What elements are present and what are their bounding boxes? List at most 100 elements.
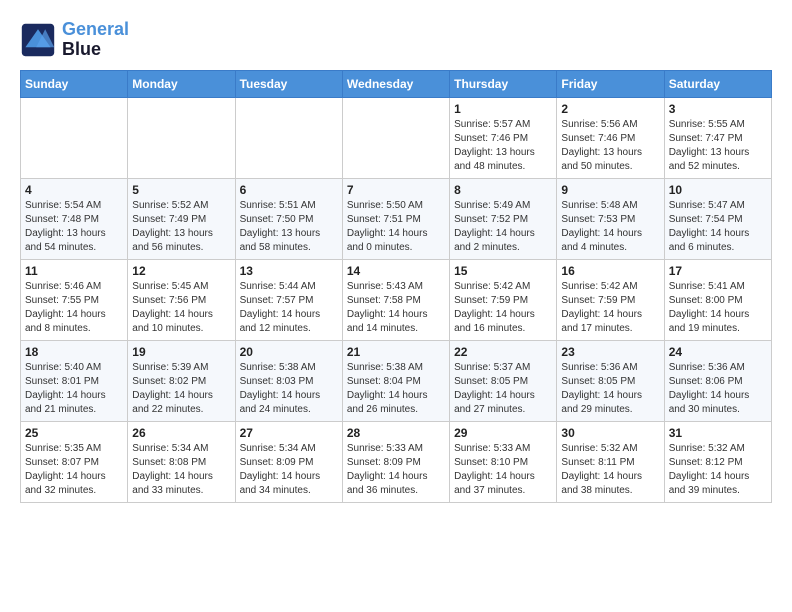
day-number: 8 [454, 183, 552, 197]
day-info: Sunrise: 5:51 AM Sunset: 7:50 PM Dayligh… [240, 199, 338, 255]
day-info: Sunrise: 5:36 AM Sunset: 8:06 PM Dayligh… [669, 361, 767, 417]
weekday-header-sunday: Sunday [21, 70, 128, 97]
day-info: Sunrise: 5:50 AM Sunset: 7:51 PM Dayligh… [347, 199, 445, 255]
calendar-cell: 29 Sunrise: 5:33 AM Sunset: 8:10 PM Dayl… [450, 421, 557, 502]
day-number: 10 [669, 183, 767, 197]
day-number: 20 [240, 345, 338, 359]
day-info: Sunrise: 5:45 AM Sunset: 7:56 PM Dayligh… [132, 280, 230, 336]
calendar-cell: 5 Sunrise: 5:52 AM Sunset: 7:49 PM Dayli… [128, 178, 235, 259]
calendar-cell: 28 Sunrise: 5:33 AM Sunset: 8:09 PM Dayl… [342, 421, 449, 502]
day-info: Sunrise: 5:38 AM Sunset: 8:04 PM Dayligh… [347, 361, 445, 417]
day-number: 6 [240, 183, 338, 197]
day-number: 25 [25, 426, 123, 440]
day-info: Sunrise: 5:42 AM Sunset: 7:59 PM Dayligh… [561, 280, 659, 336]
day-number: 30 [561, 426, 659, 440]
calendar-body: 1 Sunrise: 5:57 AM Sunset: 7:46 PM Dayli… [21, 97, 772, 502]
calendar-cell: 6 Sunrise: 5:51 AM Sunset: 7:50 PM Dayli… [235, 178, 342, 259]
day-info: Sunrise: 5:33 AM Sunset: 8:10 PM Dayligh… [454, 442, 552, 498]
day-number: 17 [669, 264, 767, 278]
day-number: 2 [561, 102, 659, 116]
calendar-table: SundayMondayTuesdayWednesdayThursdayFrid… [20, 70, 772, 503]
day-info: Sunrise: 5:32 AM Sunset: 8:11 PM Dayligh… [561, 442, 659, 498]
calendar-week-4: 18 Sunrise: 5:40 AM Sunset: 8:01 PM Dayl… [21, 340, 772, 421]
day-info: Sunrise: 5:39 AM Sunset: 8:02 PM Dayligh… [132, 361, 230, 417]
day-info: Sunrise: 5:43 AM Sunset: 7:58 PM Dayligh… [347, 280, 445, 336]
day-info: Sunrise: 5:36 AM Sunset: 8:05 PM Dayligh… [561, 361, 659, 417]
day-number: 27 [240, 426, 338, 440]
calendar-cell [235, 97, 342, 178]
calendar-cell: 18 Sunrise: 5:40 AM Sunset: 8:01 PM Dayl… [21, 340, 128, 421]
calendar-cell: 7 Sunrise: 5:50 AM Sunset: 7:51 PM Dayli… [342, 178, 449, 259]
day-number: 16 [561, 264, 659, 278]
calendar-cell: 11 Sunrise: 5:46 AM Sunset: 7:55 PM Dayl… [21, 259, 128, 340]
calendar-cell [128, 97, 235, 178]
weekday-header-saturday: Saturday [664, 70, 771, 97]
calendar-cell: 25 Sunrise: 5:35 AM Sunset: 8:07 PM Dayl… [21, 421, 128, 502]
day-number: 13 [240, 264, 338, 278]
day-number: 22 [454, 345, 552, 359]
day-number: 7 [347, 183, 445, 197]
day-info: Sunrise: 5:54 AM Sunset: 7:48 PM Dayligh… [25, 199, 123, 255]
day-info: Sunrise: 5:38 AM Sunset: 8:03 PM Dayligh… [240, 361, 338, 417]
day-info: Sunrise: 5:37 AM Sunset: 8:05 PM Dayligh… [454, 361, 552, 417]
day-number: 26 [132, 426, 230, 440]
day-number: 31 [669, 426, 767, 440]
calendar-cell: 13 Sunrise: 5:44 AM Sunset: 7:57 PM Dayl… [235, 259, 342, 340]
calendar-week-2: 4 Sunrise: 5:54 AM Sunset: 7:48 PM Dayli… [21, 178, 772, 259]
day-info: Sunrise: 5:52 AM Sunset: 7:49 PM Dayligh… [132, 199, 230, 255]
weekday-header-friday: Friday [557, 70, 664, 97]
day-number: 21 [347, 345, 445, 359]
day-number: 12 [132, 264, 230, 278]
calendar-cell: 1 Sunrise: 5:57 AM Sunset: 7:46 PM Dayli… [450, 97, 557, 178]
calendar-cell: 9 Sunrise: 5:48 AM Sunset: 7:53 PM Dayli… [557, 178, 664, 259]
day-info: Sunrise: 5:44 AM Sunset: 7:57 PM Dayligh… [240, 280, 338, 336]
day-info: Sunrise: 5:41 AM Sunset: 8:00 PM Dayligh… [669, 280, 767, 336]
day-number: 24 [669, 345, 767, 359]
day-number: 11 [25, 264, 123, 278]
calendar-week-3: 11 Sunrise: 5:46 AM Sunset: 7:55 PM Dayl… [21, 259, 772, 340]
calendar-cell: 24 Sunrise: 5:36 AM Sunset: 8:06 PM Dayl… [664, 340, 771, 421]
logo: General Blue [20, 20, 129, 60]
calendar-cell: 27 Sunrise: 5:34 AM Sunset: 8:09 PM Dayl… [235, 421, 342, 502]
day-number: 14 [347, 264, 445, 278]
calendar-cell: 10 Sunrise: 5:47 AM Sunset: 7:54 PM Dayl… [664, 178, 771, 259]
weekday-header-wednesday: Wednesday [342, 70, 449, 97]
calendar-cell: 4 Sunrise: 5:54 AM Sunset: 7:48 PM Dayli… [21, 178, 128, 259]
calendar-cell [21, 97, 128, 178]
calendar-cell: 31 Sunrise: 5:32 AM Sunset: 8:12 PM Dayl… [664, 421, 771, 502]
day-number: 4 [25, 183, 123, 197]
day-info: Sunrise: 5:35 AM Sunset: 8:07 PM Dayligh… [25, 442, 123, 498]
logo-text: General Blue [62, 20, 129, 60]
day-info: Sunrise: 5:55 AM Sunset: 7:47 PM Dayligh… [669, 118, 767, 174]
day-number: 15 [454, 264, 552, 278]
day-info: Sunrise: 5:40 AM Sunset: 8:01 PM Dayligh… [25, 361, 123, 417]
calendar-cell: 16 Sunrise: 5:42 AM Sunset: 7:59 PM Dayl… [557, 259, 664, 340]
day-number: 23 [561, 345, 659, 359]
day-number: 29 [454, 426, 552, 440]
page-header: General Blue [20, 20, 772, 60]
day-info: Sunrise: 5:42 AM Sunset: 7:59 PM Dayligh… [454, 280, 552, 336]
day-info: Sunrise: 5:48 AM Sunset: 7:53 PM Dayligh… [561, 199, 659, 255]
weekday-header-monday: Monday [128, 70, 235, 97]
day-number: 9 [561, 183, 659, 197]
calendar-cell: 22 Sunrise: 5:37 AM Sunset: 8:05 PM Dayl… [450, 340, 557, 421]
day-info: Sunrise: 5:46 AM Sunset: 7:55 PM Dayligh… [25, 280, 123, 336]
day-info: Sunrise: 5:47 AM Sunset: 7:54 PM Dayligh… [669, 199, 767, 255]
weekday-header-row: SundayMondayTuesdayWednesdayThursdayFrid… [21, 70, 772, 97]
calendar-cell: 8 Sunrise: 5:49 AM Sunset: 7:52 PM Dayli… [450, 178, 557, 259]
calendar-cell: 23 Sunrise: 5:36 AM Sunset: 8:05 PM Dayl… [557, 340, 664, 421]
day-number: 3 [669, 102, 767, 116]
logo-icon [20, 22, 56, 58]
calendar-cell: 12 Sunrise: 5:45 AM Sunset: 7:56 PM Dayl… [128, 259, 235, 340]
calendar-cell: 19 Sunrise: 5:39 AM Sunset: 8:02 PM Dayl… [128, 340, 235, 421]
day-number: 5 [132, 183, 230, 197]
calendar-cell [342, 97, 449, 178]
weekday-header-tuesday: Tuesday [235, 70, 342, 97]
calendar-cell: 20 Sunrise: 5:38 AM Sunset: 8:03 PM Dayl… [235, 340, 342, 421]
day-info: Sunrise: 5:49 AM Sunset: 7:52 PM Dayligh… [454, 199, 552, 255]
calendar-cell: 17 Sunrise: 5:41 AM Sunset: 8:00 PM Dayl… [664, 259, 771, 340]
day-info: Sunrise: 5:57 AM Sunset: 7:46 PM Dayligh… [454, 118, 552, 174]
day-info: Sunrise: 5:56 AM Sunset: 7:46 PM Dayligh… [561, 118, 659, 174]
calendar-cell: 3 Sunrise: 5:55 AM Sunset: 7:47 PM Dayli… [664, 97, 771, 178]
calendar-cell: 30 Sunrise: 5:32 AM Sunset: 8:11 PM Dayl… [557, 421, 664, 502]
